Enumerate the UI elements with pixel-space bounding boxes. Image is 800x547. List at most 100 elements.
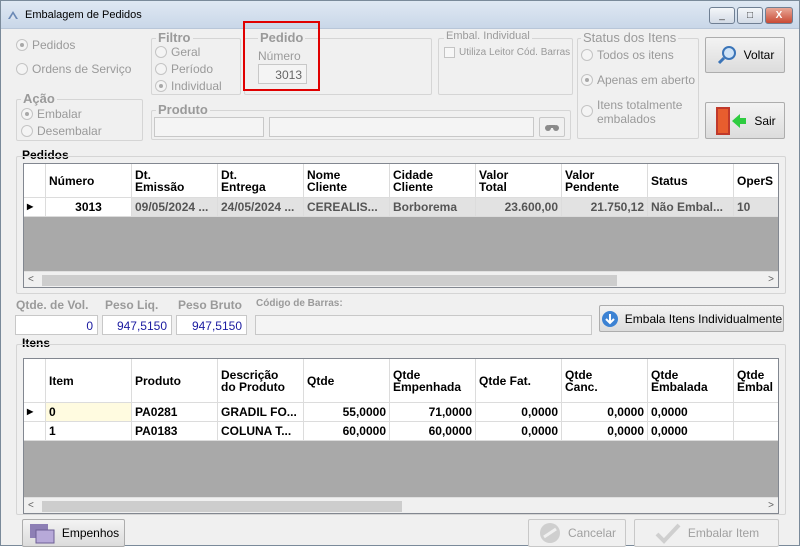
table-cell: 60,0000 [390,422,476,441]
column-header[interactable]: Número [46,164,132,198]
radio-totalmente-embalados[interactable]: Itens totalmente embalados [581,98,682,126]
table-cell: 1 [46,422,132,441]
qtde-vol-input[interactable]: 0 [15,315,98,335]
table-cell: 0,0000 [648,422,734,441]
scroll-left-icon[interactable]: < [28,274,34,285]
radio-desembalar[interactable]: Desembalar [21,124,102,138]
highlight-box [243,21,320,91]
scroll-thumb[interactable] [42,275,617,286]
table-cell: 0 [46,403,132,422]
radio-individual[interactable]: Individual [155,79,222,93]
itens-grid[interactable]: Item Produto Descrição do Produto Qtde Qtde Em… [23,358,779,514]
column-header[interactable]: Valor Total [476,164,562,198]
column-header[interactable]: Cidade Cliente [390,164,476,198]
radio-todos-itens[interactable]: Todos os itens [581,48,674,62]
cod-barras-label: Código de Barras: [256,298,343,309]
radio-pedidos[interactable]: Pedidos [16,38,75,52]
column-header[interactable]: OperS [734,164,778,198]
table-row[interactable]: 1 PA0183 COLUNA T... 60,0000 60,0000 0,0000 0,… [24,422,778,441]
radio-geral[interactable]: Geral [155,45,200,59]
sair-button[interactable]: Sair [705,102,785,139]
column-header[interactable]: Valor Pendente [562,164,648,198]
itens-hscrollbar[interactable]: < > [24,497,778,513]
table-cell: 24/05/2024 ... [218,198,304,217]
leitor-checkbox[interactable]: Utiliza Leitor Cód. Barras [444,47,570,58]
filtro-legend: Filtro [156,30,193,45]
embala-individual-button[interactable]: Embala Itens Individualmente [599,305,784,332]
peso-liq-input[interactable]: 947,5150 [102,315,172,335]
column-header[interactable]: Descrição do Produto [218,359,304,403]
table-cell: Borborema [390,198,476,217]
column-header[interactable]: Produto [132,359,218,403]
table-cell: 10 [734,198,778,217]
radio-ordens-circle [16,63,28,75]
voltar-button[interactable]: Voltar [705,37,785,73]
table-cell [734,403,778,422]
row-indicator [24,422,46,441]
maximize-button[interactable]: □ [737,7,763,24]
table-cell: 0,0000 [648,403,734,422]
column-header[interactable]: Nome Cliente [304,164,390,198]
peso-bruto-label: Peso Bruto [178,298,243,312]
radio-ordens-servico[interactable]: Ordens de Serviço [16,62,131,76]
itens-header-row: Item Produto Descrição do Produto Qtde Qtde Em… [24,359,778,403]
table-cell: 23.600,00 [476,198,562,217]
table-cell: Não Embal... [648,198,734,217]
column-header[interactable]: Qtde Fat. [476,359,562,403]
peso-bruto-input[interactable]: 947,5150 [176,315,247,335]
radio-periodo[interactable]: Período [155,62,213,76]
cancelar-button[interactable]: Cancelar [528,519,626,547]
pedidos-grid[interactable]: Número Dt. Emissão Dt. Entrega Nome Cliente Cid… [23,163,779,288]
column-header[interactable]: Qtde Embalada [648,359,734,403]
close-button[interactable]: X [765,7,793,24]
cod-barras-input[interactable] [255,315,592,335]
qtde-vol-label: Qtde. de Vol. [16,298,89,312]
column-header[interactable]: Qtde Empenhada [390,359,476,403]
column-header[interactable]: Qtde Canc. [562,359,648,403]
scroll-right-icon[interactable]: > [768,274,774,285]
radio-embalar[interactable]: Embalar [21,107,82,121]
table-cell: 3013 [46,198,132,217]
column-header[interactable]: Status [648,164,734,198]
table-cell: 60,0000 [304,422,390,441]
table-cell: PA0281 [132,403,218,422]
app-icon [8,11,18,19]
scroll-thumb[interactable] [42,501,402,512]
column-header[interactable]: Dt. Emissão [132,164,218,198]
scroll-right-icon[interactable]: > [768,500,774,511]
column-header[interactable]: Qtde Embal [734,359,778,403]
table-cell: PA0183 [132,422,218,441]
window: Embalagem de Pedidos _ □ X Pedidos Orden… [0,0,800,547]
minimize-button[interactable]: _ [709,7,735,24]
column-header[interactable]: Dt. Entrega [218,164,304,198]
title-bar: Embalagem de Pedidos _ □ X [1,1,799,29]
binoculars-icon [545,125,559,131]
table-row[interactable]: ▶ 0 PA0281 GRADIL FO... 55,0000 71,0000 0,0000… [24,403,778,422]
column-header[interactable]: Item [46,359,132,403]
embalar-item-button[interactable]: Embalar Item [634,519,779,547]
row-indicator: ▶ [24,198,46,217]
table-cell: 0,0000 [476,403,562,422]
table-cell: CEREALIS... [304,198,390,217]
table-cell: 21.750,12 [562,198,648,217]
pedidos-hscrollbar[interactable]: < > [24,271,778,287]
boxes-icon [29,524,55,544]
cancel-icon [539,523,560,543]
table-cell: GRADIL FO... [218,403,304,422]
produto-search-button[interactable] [539,117,565,137]
row-indicator: ▶ [24,403,46,422]
column-header[interactable]: Qtde [304,359,390,403]
embal-individual-legend: Embal. Individual [444,30,532,42]
status-itens-legend: Status dos Itens [581,30,679,45]
table-cell: 71,0000 [390,403,476,422]
table-row[interactable]: ▶ 3013 09/05/2024 ... 24/05/2024 ... CEREALI… [24,198,778,217]
table-cell: 55,0000 [304,403,390,422]
window-title: Embalagem de Pedidos [25,9,142,21]
produto-legend: Produto [156,102,210,117]
pedidos-header-row: Número Dt. Emissão Dt. Entrega Nome Cliente Cid… [24,164,778,198]
produto-code-input[interactable] [154,117,264,137]
scroll-left-icon[interactable]: < [28,500,34,511]
produto-desc-input[interactable] [269,117,534,137]
radio-apenas-aberto[interactable]: Apenas em aberto [581,73,695,87]
empenhos-button[interactable]: Empenhos [22,519,125,547]
